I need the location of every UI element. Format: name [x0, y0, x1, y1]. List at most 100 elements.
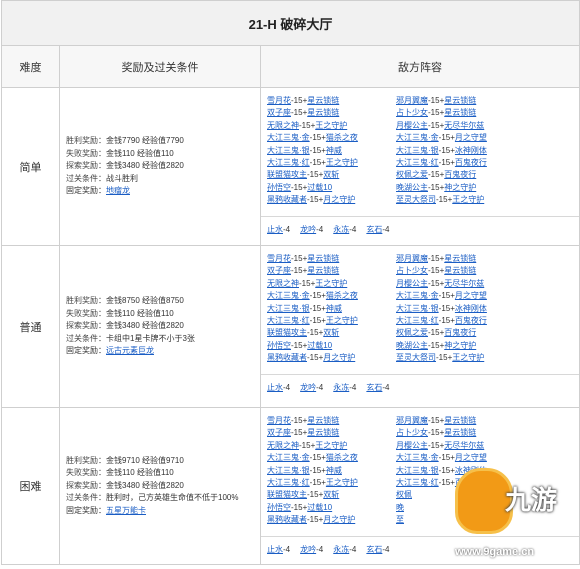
enemy-skill-link[interactable]: 王之守护 — [326, 316, 358, 325]
enemy-skill-link[interactable]: 月之守护 — [323, 195, 355, 204]
enemy-card-link[interactable]: 大江三鬼·红 — [267, 316, 310, 325]
enemy-skill-link[interactable]: 王之守护 — [326, 478, 358, 487]
enemy-card-link[interactable]: 月樱公主 — [396, 441, 428, 450]
enemy-card-link[interactable]: 大江三鬼·金 — [267, 453, 310, 462]
enemy-card-link[interactable]: 无限之神 — [267, 441, 299, 450]
rune-link[interactable]: 永冻 — [333, 225, 349, 234]
enemy-skill-link[interactable]: 月之守望 — [455, 453, 487, 462]
enemy-card-link[interactable]: 邪月翼魔 — [396, 416, 428, 425]
enemy-card-link[interactable]: 孙悟空 — [267, 341, 291, 350]
enemy-card-link[interactable]: 双子座 — [267, 266, 291, 275]
rune-link[interactable]: 止水 — [267, 225, 283, 234]
enemy-skill-link[interactable]: 过载10 — [307, 341, 332, 350]
enemy-card-link[interactable]: 大江三鬼·金 — [396, 133, 439, 142]
enemy-card-link[interactable]: 大江三鬼·红 — [267, 158, 310, 167]
enemy-skill-link[interactable]: 百鬼夜行 — [444, 328, 476, 337]
enemy-card-link[interactable]: 大江三鬼·红 — [396, 316, 439, 325]
enemy-skill-link[interactable]: 神威 — [326, 146, 342, 155]
enemy-card-link[interactable]: 大江三鬼·红 — [396, 478, 439, 487]
rune-link[interactable]: 玄石 — [366, 383, 382, 392]
enemy-card-link[interactable]: 月樱公主 — [396, 121, 428, 130]
enemy-skill-link[interactable]: 月之守望 — [455, 133, 487, 142]
enemy-skill-link[interactable]: 双斩 — [323, 490, 339, 499]
enemy-card-link[interactable]: 黑鸦收藏者 — [267, 195, 307, 204]
enemy-card-link[interactable]: 晚湖公主 — [396, 183, 428, 192]
enemy-card-link[interactable]: 权佩之爱 — [396, 328, 428, 337]
enemy-card-link[interactable]: 占卜少女 — [396, 108, 428, 117]
enemy-card-link[interactable]: 双子座 — [267, 108, 291, 117]
enemy-card-link[interactable]: 双子座 — [267, 428, 291, 437]
enemy-skill-link[interactable]: 百鬼夜行 — [455, 316, 487, 325]
enemy-skill-link[interactable]: 百鬼夜行 — [444, 170, 476, 179]
enemy-skill-link[interactable]: 无尽华尔兹 — [444, 441, 484, 450]
enemy-card-link[interactable]: 大江三鬼·红 — [267, 478, 310, 487]
fixed-reward-link[interactable]: 五星万能卡 — [106, 506, 146, 515]
enemy-skill-link[interactable]: 冰神刚体 — [455, 146, 487, 155]
enemy-skill-link[interactable]: 无尽华尔兹 — [444, 279, 484, 288]
enemy-skill-link[interactable]: 百鬼夜行 — [455, 158, 487, 167]
enemy-skill-link[interactable]: 猫杀之夜 — [326, 291, 358, 300]
enemy-skill-link[interactable]: 猫杀之夜 — [326, 453, 358, 462]
enemy-skill-link[interactable]: 神威 — [326, 466, 342, 475]
rune-link[interactable]: 玄石 — [366, 225, 382, 234]
enemy-skill-link[interactable]: 过载10 — [307, 503, 332, 512]
enemy-skill-link[interactable]: 神威 — [326, 304, 342, 313]
rune-link[interactable]: 永冻 — [333, 383, 349, 392]
enemy-card-link[interactable]: 无限之神 — [267, 121, 299, 130]
enemy-card-link[interactable]: 晚湖公主 — [396, 341, 428, 350]
enemy-card-link[interactable]: 大江三鬼·金 — [396, 453, 439, 462]
enemy-card-link[interactable]: 大江三鬼·银 — [267, 146, 310, 155]
enemy-card-link[interactable]: 联盟猫攻主 — [267, 170, 307, 179]
enemy-skill-link[interactable]: 星云锁链 — [444, 266, 476, 275]
enemy-card-link[interactable]: 大江三鬼·金 — [267, 133, 310, 142]
enemy-skill-link[interactable]: 猫杀之夜 — [326, 133, 358, 142]
enemy-card-link[interactable]: 大江三鬼·银 — [396, 304, 439, 313]
rune-link[interactable]: 龙吟 — [300, 383, 316, 392]
enemy-skill-link[interactable]: 星云锁链 — [307, 108, 339, 117]
enemy-skill-link[interactable]: 王之守护 — [315, 441, 347, 450]
enemy-skill-link[interactable]: 无尽华尔兹 — [444, 121, 484, 130]
enemy-skill-link[interactable]: 过载10 — [307, 183, 332, 192]
enemy-skill-link[interactable]: 星云锁链 — [444, 108, 476, 117]
enemy-card-link[interactable]: 至灵大祭司 — [396, 195, 436, 204]
enemy-skill-link[interactable]: 星云锁链 — [444, 254, 476, 263]
enemy-card-link[interactable]: 无限之神 — [267, 279, 299, 288]
enemy-skill-link[interactable]: 星云锁链 — [307, 254, 339, 263]
enemy-skill-link[interactable]: 月之守望 — [455, 291, 487, 300]
enemy-card-link[interactable]: 至 — [396, 515, 404, 524]
enemy-skill-link[interactable]: 月之守护 — [323, 353, 355, 362]
enemy-card-link[interactable]: 晚 — [396, 503, 404, 512]
enemy-skill-link[interactable]: 星云锁链 — [307, 428, 339, 437]
enemy-skill-link[interactable]: 双斩 — [323, 170, 339, 179]
enemy-card-link[interactable]: 大江三鬼·银 — [396, 466, 439, 475]
enemy-card-link[interactable]: 雪月花 — [267, 96, 291, 105]
enemy-card-link[interactable]: 占卜少女 — [396, 428, 428, 437]
enemy-skill-link[interactable]: 王之守护 — [315, 121, 347, 130]
enemy-skill-link[interactable]: 星云锁链 — [444, 96, 476, 105]
enemy-card-link[interactable]: 至灵大祭司 — [396, 353, 436, 362]
enemy-skill-link[interactable]: 王之守护 — [452, 353, 484, 362]
enemy-card-link[interactable]: 大江三鬼·银 — [267, 466, 310, 475]
enemy-skill-link[interactable]: 星云锁链 — [444, 416, 476, 425]
enemy-skill-link[interactable]: 星云锁链 — [307, 266, 339, 275]
enemy-skill-link[interactable]: 星云锁链 — [307, 96, 339, 105]
rune-link[interactable]: 龙吟 — [300, 225, 316, 234]
enemy-card-link[interactable]: 黑鸦收藏者 — [267, 515, 307, 524]
enemy-card-link[interactable]: 权佩 — [396, 490, 412, 499]
rune-link[interactable]: 玄石 — [366, 545, 382, 554]
enemy-card-link[interactable]: 雪月花 — [267, 254, 291, 263]
enemy-skill-link[interactable]: 王之守护 — [452, 195, 484, 204]
enemy-card-link[interactable]: 大江三鬼·金 — [267, 291, 310, 300]
enemy-card-link[interactable]: 邪月翼魔 — [396, 254, 428, 263]
enemy-card-link[interactable]: 大江三鬼·银 — [396, 146, 439, 155]
enemy-skill-link[interactable]: 星云锁链 — [444, 428, 476, 437]
enemy-card-link[interactable]: 大江三鬼·红 — [396, 158, 439, 167]
enemy-skill-link[interactable]: 神之守护 — [444, 183, 476, 192]
fixed-reward-link[interactable]: 远古元素巨龙 — [106, 346, 154, 355]
rune-link[interactable]: 龙吟 — [300, 545, 316, 554]
rune-link[interactable]: 止水 — [267, 383, 283, 392]
enemy-card-link[interactable]: 联盟猫攻主 — [267, 490, 307, 499]
enemy-card-link[interactable]: 权佩之爱 — [396, 170, 428, 179]
enemy-card-link[interactable]: 孙悟空 — [267, 503, 291, 512]
enemy-card-link[interactable]: 孙悟空 — [267, 183, 291, 192]
